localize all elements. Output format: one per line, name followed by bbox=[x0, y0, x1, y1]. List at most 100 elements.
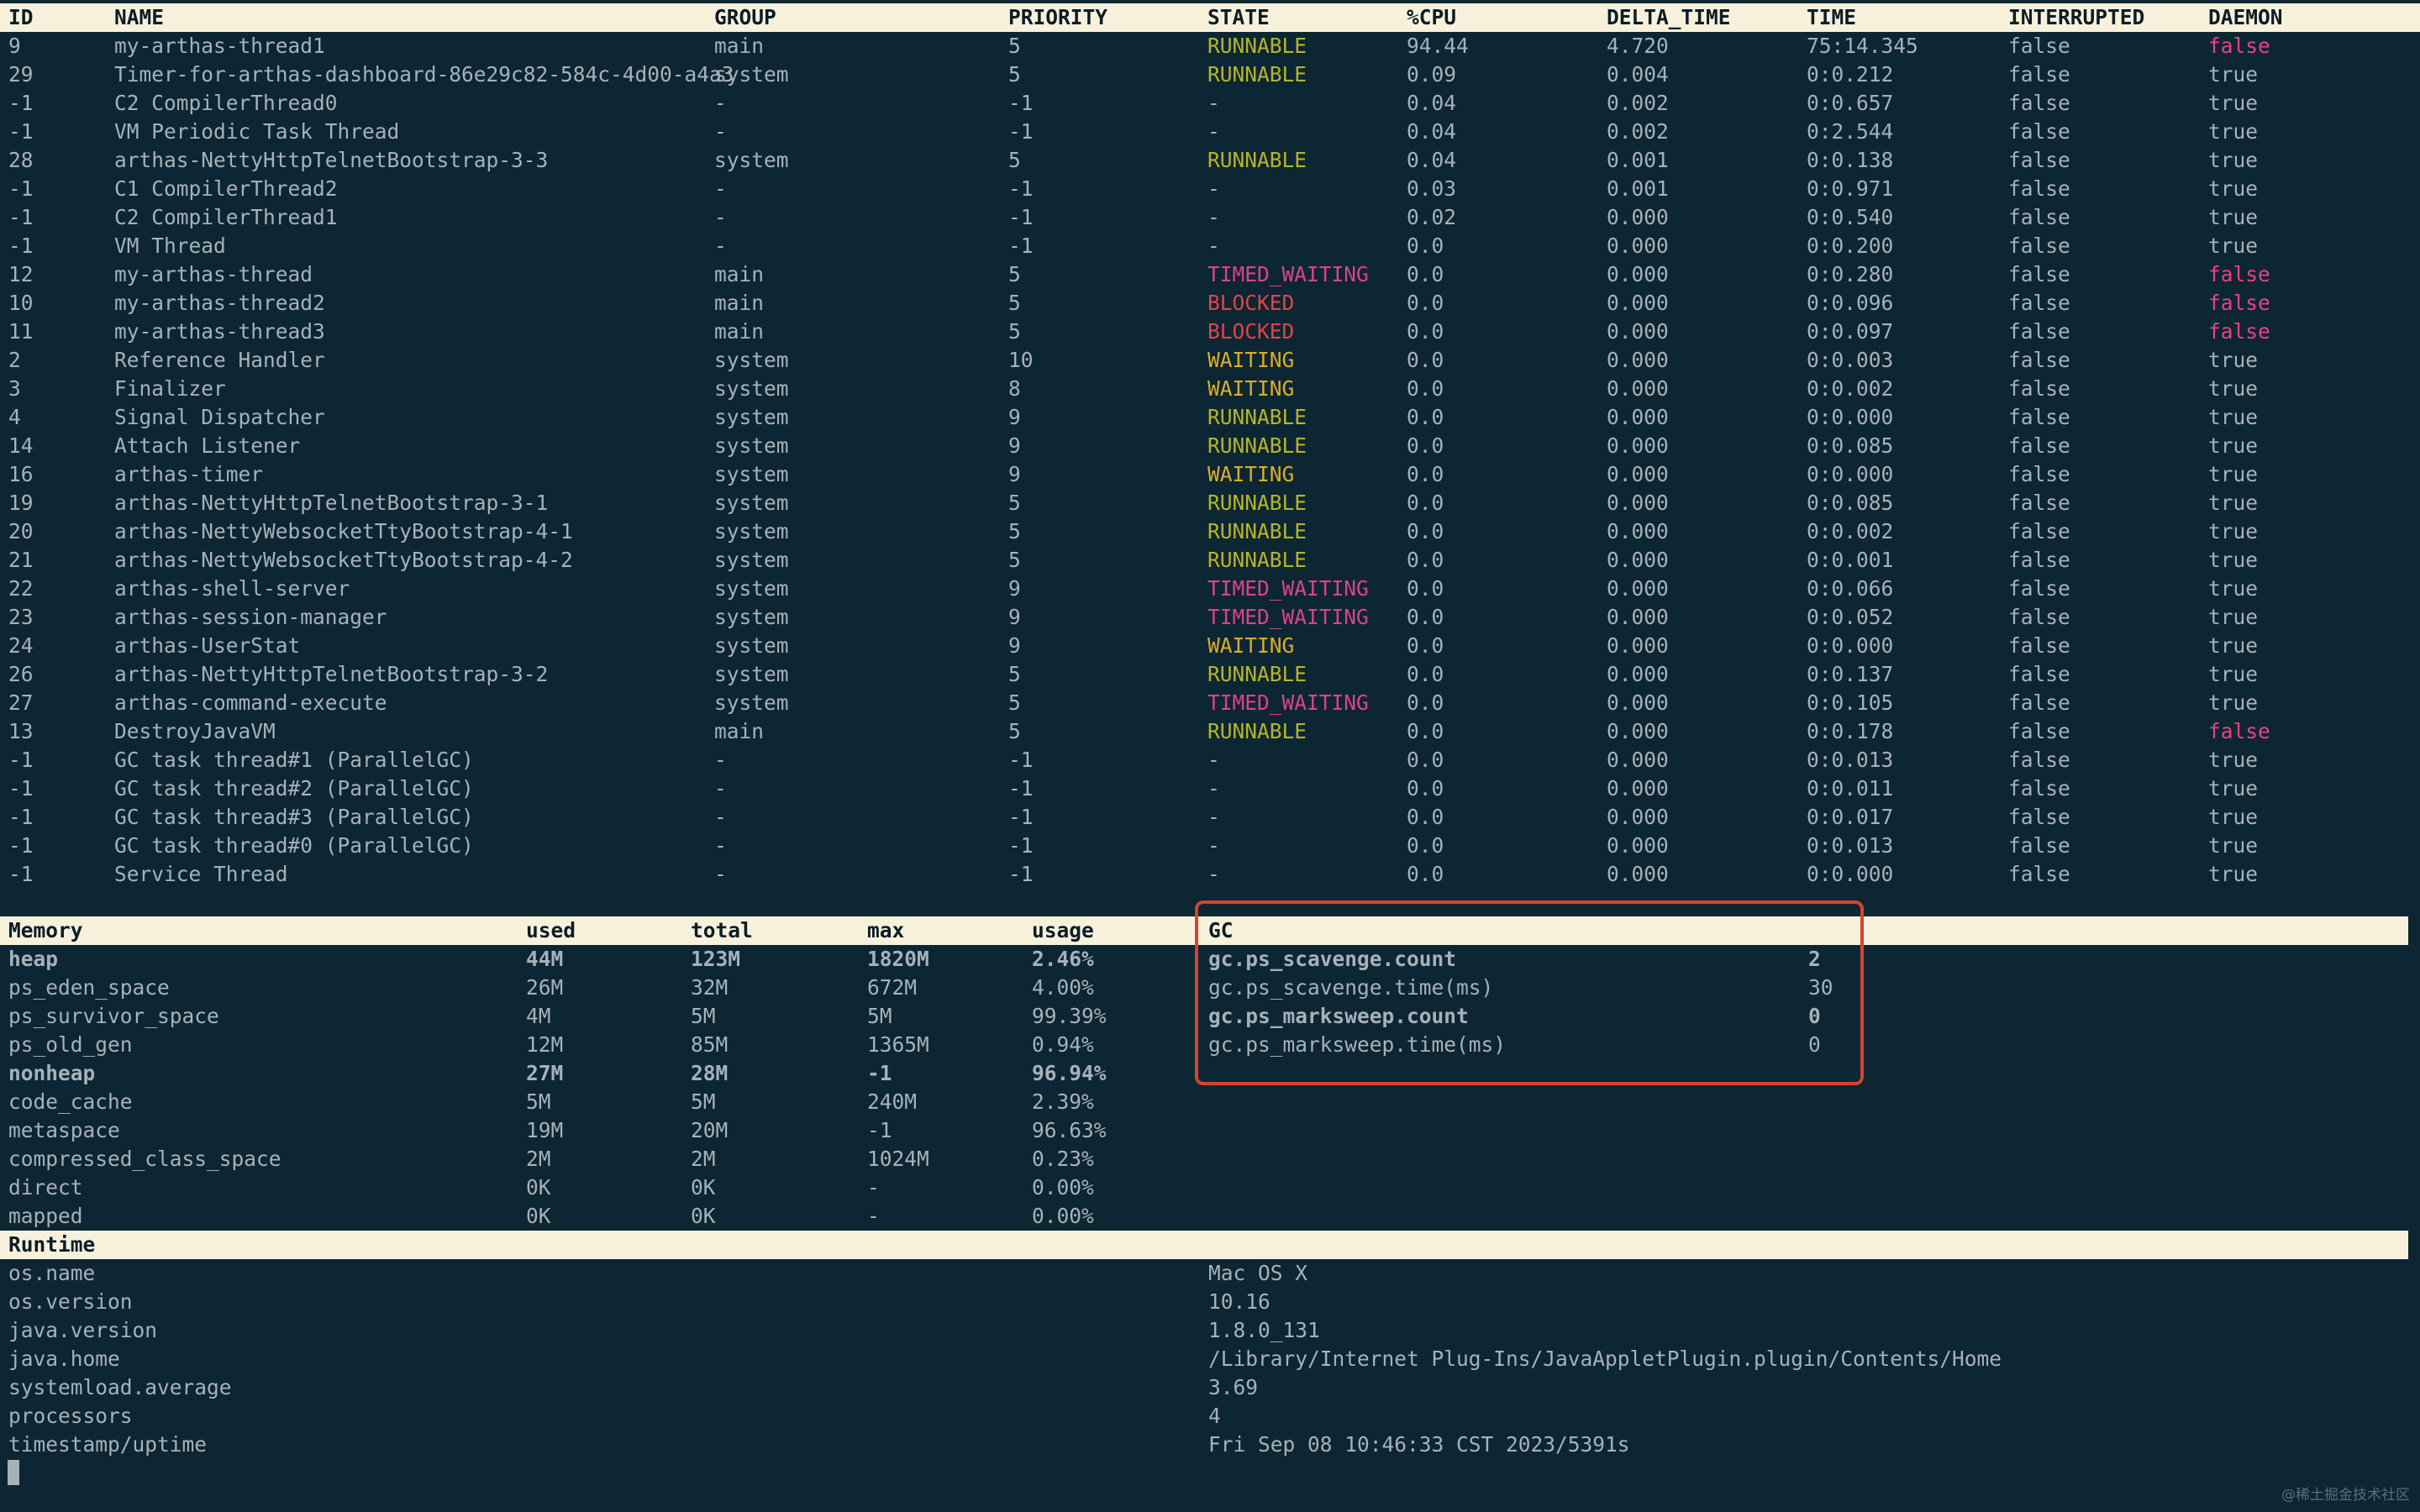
memory-name: metaspace bbox=[8, 1118, 120, 1142]
runtime-row: timestamp/uptime Fri Sep 08 10:46:33 CST … bbox=[0, 1431, 2420, 1459]
thread-cpu: 0.0 bbox=[1407, 462, 1444, 486]
thread-priority: 5 bbox=[1008, 262, 1021, 286]
thread-group: - bbox=[714, 91, 727, 115]
thread-cpu: 0.0 bbox=[1407, 519, 1444, 543]
memory-table-header: Memory used total max usage bbox=[0, 916, 1195, 945]
runtime-key: timestamp/uptime bbox=[8, 1432, 208, 1457]
thread-delta-time: 0.000 bbox=[1607, 862, 1669, 886]
thread-name: VM Thread bbox=[114, 234, 226, 258]
thread-cpu: 0.0 bbox=[1407, 548, 1444, 572]
thread-id: 29 bbox=[8, 62, 34, 87]
thread-interrupted: false bbox=[2008, 462, 2070, 486]
thread-daemon: true bbox=[2208, 348, 2259, 372]
watermark: @稀土掘金技术社区 bbox=[2281, 1487, 2410, 1504]
thread-time: 0:2.544 bbox=[1807, 119, 1894, 144]
thread-id: -1 bbox=[8, 119, 34, 144]
thread-group: - bbox=[714, 776, 727, 801]
thread-daemon: true bbox=[2208, 519, 2259, 543]
thread-daemon: true bbox=[2208, 576, 2259, 601]
thread-daemon: true bbox=[2208, 62, 2259, 87]
thread-group: system bbox=[714, 433, 789, 458]
thread-interrupted: false bbox=[2008, 576, 2070, 601]
memory-max: 5M bbox=[867, 1004, 892, 1028]
thread-name: arthas-NettyHttpTelnetBootstrap-3-3 bbox=[114, 148, 549, 172]
thread-priority: 5 bbox=[1008, 291, 1021, 315]
thread-row: 14 Attach Listener system 9 RUNNABLE 0.0 0.000… bbox=[0, 432, 2420, 460]
memory-row: heap 44M 123M 1820M 2.46% bbox=[0, 945, 1195, 974]
thread-name: my-arthas-thread bbox=[114, 262, 313, 286]
thread-row: -1 Service Thread - -1 - 0.0 0.000 0:0.000 false… bbox=[0, 860, 2420, 889]
thread-cpu: 0.0 bbox=[1407, 234, 1444, 258]
memory-total: 20M bbox=[691, 1118, 729, 1142]
runtime-key: os.name bbox=[8, 1261, 96, 1285]
runtime-key: os.version bbox=[8, 1289, 133, 1314]
thread-id: 9 bbox=[8, 34, 21, 58]
thread-name: Service Thread bbox=[114, 862, 288, 886]
thread-delta-time: 0.000 bbox=[1607, 405, 1669, 429]
thread-state: RUNNABLE bbox=[1207, 491, 1307, 515]
thread-name: arthas-timer bbox=[114, 462, 264, 486]
thread-cpu: 0.0 bbox=[1407, 805, 1444, 829]
memory-name: ps_survivor_space bbox=[8, 1004, 219, 1028]
thread-interrupted: false bbox=[2008, 833, 2070, 858]
thread-priority: 9 bbox=[1008, 633, 1021, 658]
thread-id: 11 bbox=[8, 319, 34, 344]
thread-interrupted: false bbox=[2008, 805, 2070, 829]
thread-row: 20 arthas-NettyWebsocketTtyBootstrap-4-1 s… bbox=[0, 517, 2420, 546]
memory-header-usage: usage bbox=[1032, 918, 1094, 942]
thread-delta-time: 0.000 bbox=[1607, 519, 1669, 543]
thread-name: arthas-NettyHttpTelnetBootstrap-3-1 bbox=[114, 491, 549, 515]
thread-state: - bbox=[1207, 862, 1220, 886]
header-group: GROUP bbox=[714, 5, 776, 29]
thread-delta-time: 0.002 bbox=[1607, 119, 1669, 144]
thread-interrupted: false bbox=[2008, 205, 2070, 229]
gc-highlight-box bbox=[1195, 900, 1864, 1085]
thread-time: 0:0.002 bbox=[1807, 519, 1894, 543]
thread-priority: -1 bbox=[1008, 234, 1034, 258]
memory-usage: 0.00% bbox=[1032, 1175, 1094, 1200]
thread-state: TIMED_WAITING bbox=[1207, 576, 1369, 601]
memory-used: 5M bbox=[526, 1089, 551, 1114]
thread-group: system bbox=[714, 148, 789, 172]
thread-cpu: 0.0 bbox=[1407, 719, 1444, 743]
thread-priority: -1 bbox=[1008, 176, 1034, 201]
thread-cpu: 0.0 bbox=[1407, 833, 1444, 858]
thread-name: C2 CompilerThread1 bbox=[114, 205, 338, 229]
thread-group: main bbox=[714, 291, 765, 315]
memory-row: ps_old_gen 12M 85M 1365M 0.94% bbox=[0, 1031, 1195, 1059]
memory-max: 672M bbox=[867, 975, 918, 1000]
memory-total: 5M bbox=[691, 1004, 716, 1028]
thread-group: system bbox=[714, 348, 789, 372]
thread-id: 19 bbox=[8, 491, 34, 515]
thread-daemon: true bbox=[2208, 405, 2259, 429]
memory-max: - bbox=[867, 1175, 880, 1200]
thread-group: main bbox=[714, 34, 765, 58]
thread-priority: 5 bbox=[1008, 34, 1021, 58]
thread-id: 28 bbox=[8, 148, 34, 172]
thread-delta-time: 0.000 bbox=[1607, 348, 1669, 372]
thread-cpu: 0.0 bbox=[1407, 605, 1444, 629]
thread-group: system bbox=[714, 376, 789, 401]
runtime-key: java.home bbox=[8, 1347, 120, 1371]
thread-row: -1 GC task thread#1 (ParallelGC) - -1 - 0.0 0.… bbox=[0, 746, 2420, 774]
runtime-row: os.version 10.16 bbox=[0, 1288, 2420, 1316]
thread-interrupted: false bbox=[2008, 862, 2070, 886]
memory-max: 1024M bbox=[867, 1147, 929, 1171]
memory-usage: 2.46% bbox=[1032, 947, 1094, 971]
memory-name: heap bbox=[8, 947, 59, 971]
thread-state: RUNNABLE bbox=[1207, 433, 1307, 458]
memory-total: 2M bbox=[691, 1147, 716, 1171]
runtime-header-label: Runtime bbox=[8, 1232, 96, 1257]
thread-cpu: 0.0 bbox=[1407, 433, 1444, 458]
thread-group: system bbox=[714, 491, 789, 515]
thread-name: arthas-UserStat bbox=[114, 633, 301, 658]
memory-name: ps_old_gen bbox=[8, 1032, 133, 1057]
thread-daemon: true bbox=[2208, 605, 2259, 629]
memory-used: 2M bbox=[526, 1147, 551, 1171]
thread-row: -1 GC task thread#3 (ParallelGC) - -1 - 0.0 0.… bbox=[0, 803, 2420, 832]
memory-used: 44M bbox=[526, 947, 564, 971]
thread-daemon: true bbox=[2208, 491, 2259, 515]
thread-state: RUNNABLE bbox=[1207, 662, 1307, 686]
thread-time: 0:0.011 bbox=[1807, 776, 1894, 801]
runtime-value: Mac OS X bbox=[1208, 1261, 1308, 1285]
